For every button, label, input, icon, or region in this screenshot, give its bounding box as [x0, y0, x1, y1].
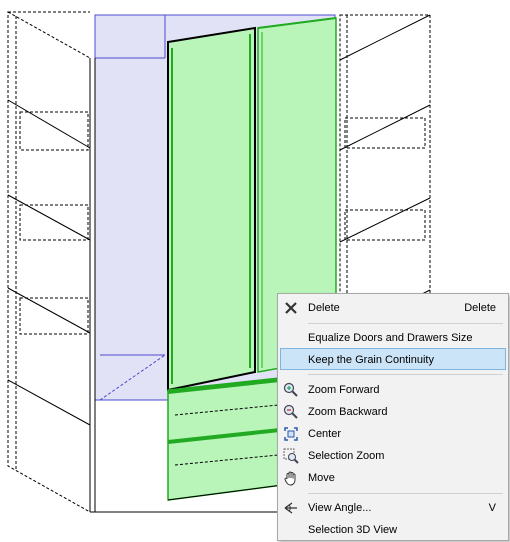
menu-separator: [308, 493, 503, 494]
zoom-out-icon: [283, 404, 299, 420]
menu-item-zoom-backward[interactable]: Zoom Backward: [280, 401, 506, 423]
left-door-selected[interactable]: [167, 26, 256, 392]
menu-item-label: View Angle...: [308, 502, 372, 514]
hand-icon: [283, 470, 299, 486]
menu-item-label: Center: [308, 428, 342, 440]
menu-item-label: Keep the Grain Continuity: [308, 354, 434, 366]
menu-item-label: Move: [308, 472, 335, 484]
menu-item-label: Zoom Backward: [308, 406, 388, 418]
center-icon: [283, 426, 299, 442]
zoom-in-icon: [283, 382, 299, 398]
menu-item-selection-zoom[interactable]: Selection Zoom: [280, 445, 506, 467]
menu-item-center[interactable]: Center: [280, 423, 506, 445]
menu-item-label: Equalize Doors and Drawers Size: [308, 332, 473, 344]
menu-item-label: Selection Zoom: [308, 450, 385, 462]
menu-item-delete[interactable]: Delete Delete: [280, 297, 506, 319]
context-menu: Delete Delete Equalize Doors and Drawers…: [277, 293, 509, 541]
left-cabinet: [7, 11, 91, 513]
menu-item-shortcut: Delete: [464, 302, 496, 314]
menu-item-view-angle[interactable]: View Angle... V: [280, 497, 506, 519]
selection-zoom-icon: [283, 448, 299, 464]
menu-item-label: Selection 3D View: [308, 524, 398, 536]
menu-separator: [308, 374, 503, 375]
menu-item-zoom-forward[interactable]: Zoom Forward: [280, 379, 506, 401]
view-angle-icon: [283, 500, 299, 516]
menu-separator: [308, 323, 503, 324]
menu-item-label: Delete: [308, 302, 340, 314]
menu-item-selection-3d-view[interactable]: Selection 3D View: [280, 519, 506, 541]
menu-item-shortcut: V: [488, 502, 496, 514]
menu-item-label: Zoom Forward: [308, 384, 380, 396]
menu-item-keep-grain-continuity[interactable]: Keep the Grain Continuity: [280, 348, 506, 370]
menu-item-equalize-doors[interactable]: Equalize Doors and Drawers Size: [280, 327, 506, 349]
menu-item-move[interactable]: Move: [280, 467, 506, 489]
delete-x-icon: [283, 300, 299, 316]
